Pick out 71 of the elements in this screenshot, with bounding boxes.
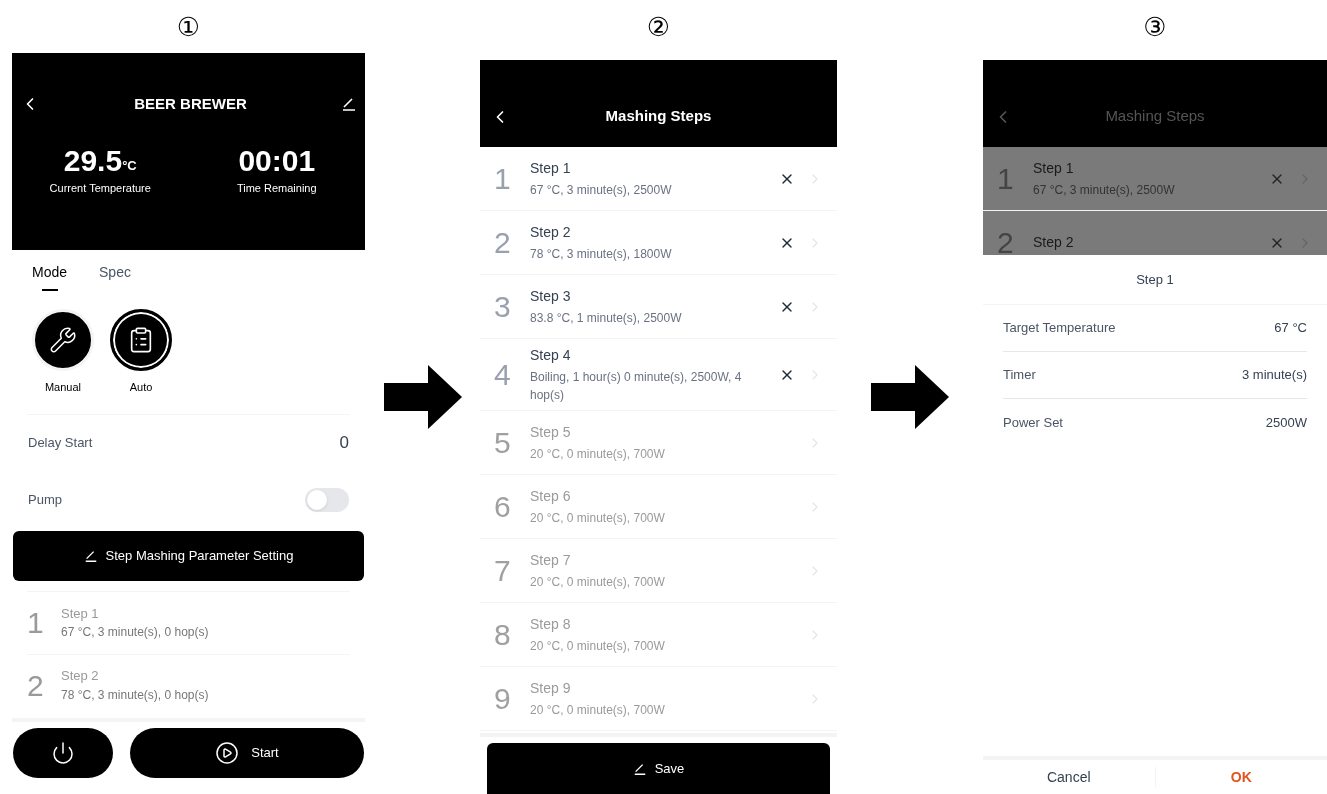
step-number: 8: [494, 617, 512, 653]
play-icon: [215, 740, 240, 765]
temperature-unit: °C: [122, 158, 137, 175]
setting-label: Power Set: [1003, 413, 1063, 432]
step-detail: 20 °C, 0 minute(s), 700W: [530, 702, 666, 719]
setting-value[interactable]: 67 °C: [1274, 318, 1307, 338]
step-number: 1: [27, 605, 45, 641]
step-detail: 20 °C, 0 minute(s), 700W: [530, 574, 666, 591]
step-number: 5: [494, 425, 512, 461]
step-mashing-setting-button[interactable]: Step Mashing Parameter Setting: [13, 530, 364, 581]
temperature-label: Current Temperature: [49, 180, 151, 196]
save-button[interactable]: Save: [487, 743, 830, 794]
sheet-title: Step 1: [1136, 270, 1174, 289]
step-number: 1: [494, 161, 512, 197]
step-title[interactable]: Step 4: [530, 345, 771, 366]
step-title: Step 2: [61, 667, 100, 686]
step-number: 4: [494, 357, 512, 393]
cancel-button[interactable]: Cancel: [983, 766, 1156, 788]
screen-title: Mashing Steps: [604, 105, 713, 126]
delay-start-label: Delay Start: [28, 433, 93, 452]
setting-value[interactable]: 2500W: [1265, 412, 1307, 433]
step-detail: 67 °C, 3 minute(s), 2500W: [530, 182, 673, 199]
step-number: 9: [494, 681, 512, 717]
step-detail: Boiling, 1 hour(s) 0 minute(s), 2500W, 4 hop(s): [530, 369, 743, 404]
ok-button[interactable]: OK: [1155, 766, 1327, 788]
pump-toggle[interactable]: [305, 487, 349, 512]
delay-start-value[interactable]: 0: [339, 429, 349, 456]
step-title[interactable]: Step 1: [530, 158, 771, 179]
time-value: 00:01: [238, 145, 316, 176]
step-title[interactable]: Step 2: [530, 222, 771, 243]
setting-label: Timer: [1003, 366, 1036, 385]
wrench-icon: [49, 326, 77, 354]
step-number: 2: [27, 667, 45, 704]
step-title: Step 1: [61, 604, 100, 623]
power-button[interactable]: [13, 727, 113, 778]
step-title[interactable]: Step 2: [1033, 232, 1261, 253]
temperature-value: 29.5: [63, 145, 123, 176]
setting-label: Target Temperature: [1003, 319, 1116, 338]
step-number: 2: [494, 225, 512, 261]
start-button[interactable]: Start: [130, 727, 364, 778]
edit-icon: [83, 548, 98, 563]
setting-value[interactable]: 3 minute(s): [1241, 365, 1307, 385]
step-number: 6: [494, 489, 512, 525]
step-number: 3: [494, 289, 512, 325]
mode-label: Auto: [129, 380, 153, 395]
screen-title: BEER BREWER: [134, 94, 247, 114]
arrow-icon: [383, 365, 462, 429]
step-number-label: ②: [646, 13, 671, 40]
tab[interactable]: Mode: [32, 262, 68, 291]
edit-icon: [341, 96, 357, 113]
tab[interactable]: Spec: [99, 262, 131, 291]
step-detail: 20 °C, 0 minute(s), 700W: [530, 446, 666, 463]
step-number-label: ①: [176, 13, 201, 40]
screen-title: Mashing Steps: [1104, 105, 1206, 126]
step-number-label: ③: [1143, 13, 1167, 40]
step-detail: 78 °C, 3 minute(s), 0 hop(s): [61, 686, 209, 704]
step-detail: 67 °C, 3 minute(s), 0 hop(s): [61, 624, 209, 642]
step-detail: 83.8 °C, 1 minute(s), 2500W: [530, 310, 683, 327]
arrow-icon: [871, 365, 949, 429]
step-title[interactable]: Step 3: [530, 286, 771, 307]
step-title[interactable]: Step 1: [1033, 158, 1261, 179]
step-detail: 67 °C, 3 minute(s), 2500W: [1033, 182, 1176, 199]
step-detail: 20 °C, 0 minute(s), 700W: [530, 510, 666, 527]
time-label: Time Remaining: [236, 180, 317, 196]
step-detail: 20 °C, 0 minute(s), 700W: [530, 638, 666, 655]
power-icon: [51, 740, 75, 765]
step-detail: 78 °C, 3 minute(s), 1800W: [530, 246, 673, 263]
mode-label: Manual: [44, 380, 82, 395]
edit-icon: [632, 761, 647, 776]
pump-label: Pump: [28, 490, 62, 509]
step-number: 7: [494, 553, 512, 589]
